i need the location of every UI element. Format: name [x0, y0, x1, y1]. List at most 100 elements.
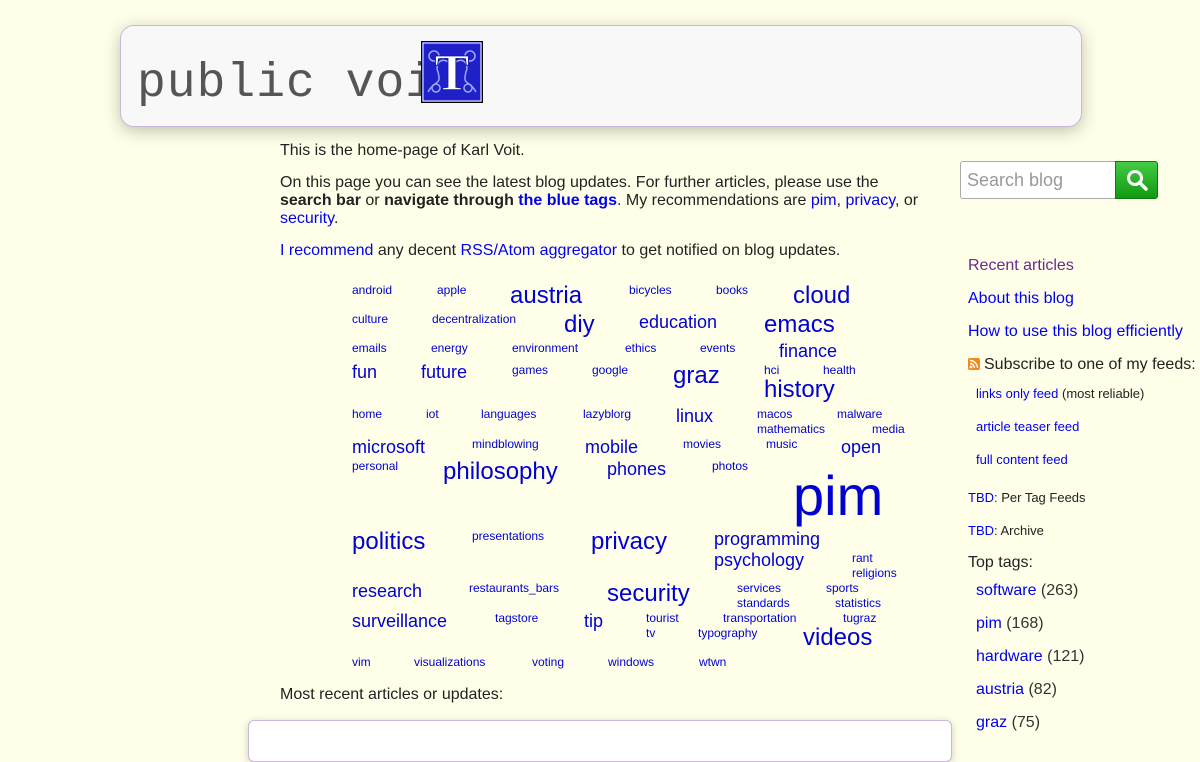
tag-bicycles[interactable]: bicycles — [629, 284, 672, 296]
tag-tip[interactable]: tip — [584, 612, 603, 630]
rec-security-link[interactable]: security — [280, 210, 334, 227]
tbd-archive: TBD: Archive — [968, 523, 1044, 538]
tag-music[interactable]: music — [766, 438, 797, 450]
tag-lazyblorg[interactable]: lazyblorg — [583, 408, 631, 420]
tag-mobile[interactable]: mobile — [585, 438, 638, 456]
tag-emacs[interactable]: emacs — [764, 313, 835, 337]
tag-finance[interactable]: finance — [779, 342, 837, 360]
tag-future[interactable]: future — [421, 363, 467, 381]
tag-philosophy[interactable]: philosophy — [443, 460, 558, 484]
tag-videos[interactable]: videos — [803, 626, 872, 650]
tag-security[interactable]: security — [607, 582, 690, 606]
tag-apple[interactable]: apple — [437, 284, 466, 296]
tag-statistics[interactable]: statistics — [835, 597, 881, 609]
tag-health[interactable]: health — [823, 364, 856, 376]
sidebar-item-howto[interactable]: How to use this blog efficiently — [968, 323, 1183, 341]
search-button[interactable] — [1115, 161, 1158, 199]
tag-standards[interactable]: standards — [737, 597, 790, 609]
tag-emails[interactable]: emails — [352, 342, 387, 354]
tag-events[interactable]: events — [700, 342, 735, 354]
tag-politics[interactable]: politics — [352, 530, 425, 554]
rss-aggregator-link[interactable]: RSS/Atom aggregator — [461, 242, 618, 259]
tag-books[interactable]: books — [716, 284, 748, 296]
tag-android[interactable]: android — [352, 284, 392, 296]
tag-games[interactable]: games — [512, 364, 548, 376]
tag-sports[interactable]: sports — [826, 582, 859, 594]
tag-austria[interactable]: austria — [510, 284, 582, 308]
tag-voting[interactable]: voting — [532, 656, 564, 668]
tag-graz[interactable]: graz — [673, 364, 720, 388]
sidebar-item-recent-articles[interactable]: Recent articles — [968, 257, 1074, 275]
top-tag-pim[interactable]: pim — [976, 615, 1002, 632]
tag-microsoft[interactable]: microsoft — [352, 438, 425, 456]
tag-wtwn[interactable]: wtwn — [699, 656, 726, 668]
tag-rant[interactable]: rant — [852, 552, 873, 564]
tag-privacy[interactable]: privacy — [591, 530, 667, 554]
article-card[interactable] — [248, 720, 952, 762]
tag-services[interactable]: services — [737, 582, 781, 594]
tag-mindblowing[interactable]: mindblowing — [472, 438, 539, 450]
tag-media[interactable]: media — [872, 423, 905, 435]
tag-diy[interactable]: diy — [564, 313, 595, 337]
tag-vim[interactable]: vim — [352, 656, 371, 668]
tag-psychology[interactable]: psychology — [714, 551, 804, 569]
tag-windows[interactable]: windows — [608, 656, 654, 668]
tag-decentralization[interactable]: decentralization — [432, 313, 516, 325]
rec-privacy-link[interactable]: privacy — [846, 192, 896, 209]
tag-tagstore[interactable]: tagstore — [495, 612, 538, 624]
recommend-link[interactable]: I recommend — [280, 242, 373, 259]
tag-transportation[interactable]: transportation — [723, 612, 796, 624]
tag-education[interactable]: education — [639, 313, 717, 331]
blue-tags-link[interactable]: the blue tags — [518, 192, 617, 209]
article-teaser-feed-link[interactable]: article teaser feed — [976, 419, 1079, 434]
tag-mathematics[interactable]: mathematics — [757, 423, 825, 435]
tag-ethics[interactable]: ethics — [625, 342, 656, 354]
top-tag-hardware[interactable]: hardware — [976, 648, 1043, 665]
tag-presentations[interactable]: presentations — [472, 530, 544, 542]
tag-research[interactable]: research — [352, 582, 422, 600]
tag-typography[interactable]: typography — [698, 627, 757, 639]
tag-history[interactable]: history — [764, 378, 835, 402]
tag-movies[interactable]: movies — [683, 438, 721, 450]
tag-hci[interactable]: hci — [764, 364, 779, 376]
tag-languages[interactable]: languages — [481, 408, 536, 420]
tag-home[interactable]: home — [352, 408, 382, 420]
search-input[interactable] — [960, 161, 1115, 199]
tag-tourist[interactable]: tourist — [646, 612, 679, 624]
tag-programming[interactable]: programming — [714, 530, 820, 548]
top-tag-graz[interactable]: graz — [976, 714, 1007, 731]
tag-environment[interactable]: environment — [512, 342, 578, 354]
tag-macos[interactable]: macos — [757, 408, 792, 420]
rec-pim-link[interactable]: pim — [811, 192, 837, 209]
tag-pim[interactable]: pim — [793, 468, 883, 524]
tag-visualizations[interactable]: visualizations — [414, 656, 485, 668]
tag-phones[interactable]: phones — [607, 460, 666, 478]
tbd-link[interactable]: TBD — [968, 523, 994, 538]
links-only-feed-link[interactable]: links only feed — [976, 386, 1058, 401]
tag-iot[interactable]: iot — [426, 408, 439, 420]
tag-fun[interactable]: fun — [352, 363, 377, 381]
tag-culture[interactable]: culture — [352, 313, 388, 325]
tag-religions[interactable]: religions — [852, 567, 897, 579]
tag-malware[interactable]: malware — [837, 408, 882, 420]
tag-photos[interactable]: photos — [712, 460, 748, 472]
site-title[interactable]: public voi — [137, 60, 435, 108]
top-tag-item: software (263) — [976, 582, 1078, 600]
tag-tugraz[interactable]: tugraz — [843, 612, 876, 624]
tag-open[interactable]: open — [841, 438, 881, 456]
tbd-link[interactable]: TBD — [968, 490, 994, 505]
tag-linux[interactable]: linux — [676, 407, 713, 425]
tag-surveillance[interactable]: surveillance — [352, 612, 447, 630]
tag-restaurants-bars[interactable]: restaurants_bars — [469, 582, 559, 594]
tag-personal[interactable]: personal — [352, 460, 398, 472]
search-bar — [960, 161, 1158, 199]
sidebar-item-about[interactable]: About this blog — [968, 290, 1074, 308]
tag-cloud[interactable]: cloud — [793, 284, 850, 308]
full-content-feed-link[interactable]: full content feed — [976, 452, 1068, 467]
top-tag-software[interactable]: software — [976, 582, 1036, 599]
tag-energy[interactable]: energy — [431, 342, 468, 354]
tag-tv[interactable]: tv — [646, 627, 655, 639]
top-tag-austria[interactable]: austria — [976, 681, 1024, 698]
logo-icon[interactable]: T — [421, 41, 483, 103]
tag-google[interactable]: google — [592, 364, 628, 376]
